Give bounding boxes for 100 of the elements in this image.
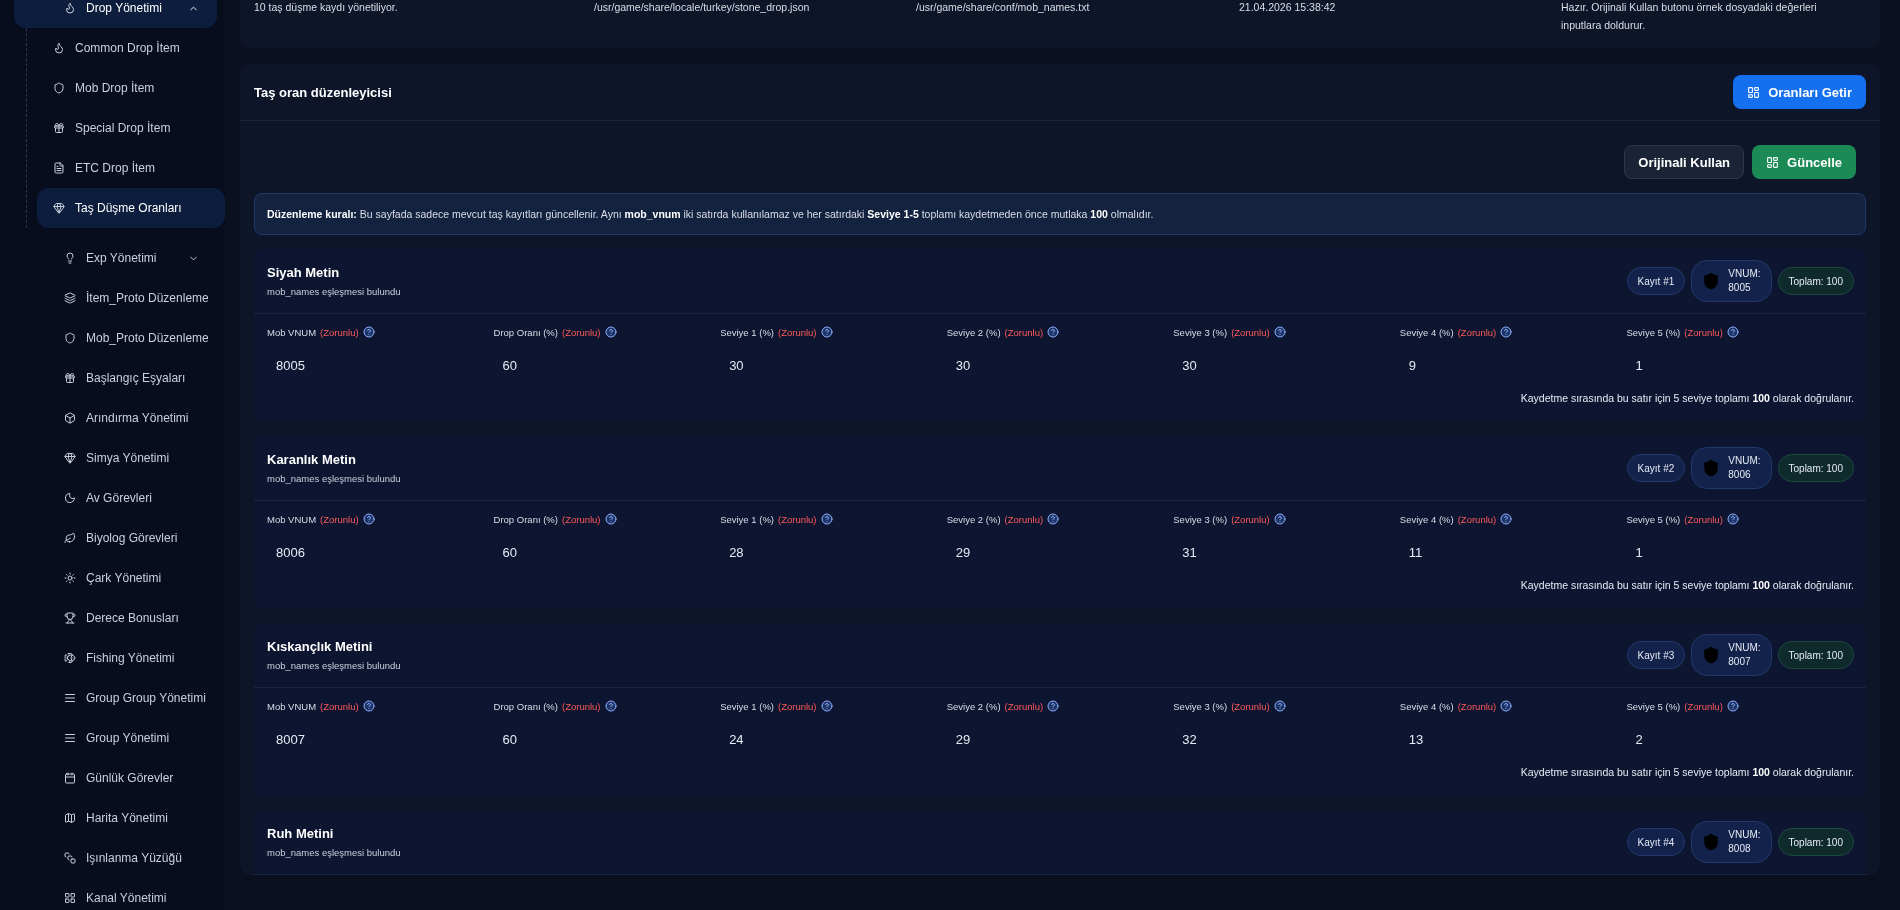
required-label: (Zorunlu) — [778, 700, 817, 712]
record-title: Karanlık Metin — [267, 452, 357, 467]
vnum-badge: VNUM: 8005 — [1691, 260, 1772, 302]
required-label: (Zorunlu) — [778, 513, 817, 525]
help-icon[interactable] — [1273, 700, 1286, 712]
help-icon[interactable] — [820, 700, 833, 712]
moon-icon — [64, 492, 76, 504]
input-field[interactable]: 32 — [1173, 726, 1392, 752]
help-icon[interactable] — [362, 326, 375, 338]
required-label: (Zorunlu) — [320, 700, 359, 712]
help-icon[interactable] — [1500, 513, 1513, 525]
help-icon[interactable] — [1726, 513, 1739, 525]
sidebar-item[interactable]: Çark Yönetimi — [14, 558, 217, 598]
required-label: (Zorunlu) — [1684, 326, 1723, 338]
input-field[interactable]: 2 — [1626, 726, 1845, 752]
help-icon[interactable] — [1726, 700, 1739, 712]
help-icon[interactable] — [362, 700, 375, 712]
map-icon — [64, 812, 76, 824]
required-label: (Zorunlu) — [1004, 700, 1044, 712]
sidebar-item[interactable]: Fishing Yönetimi — [14, 638, 217, 678]
total-badge: Toplam: 100 — [1777, 828, 1854, 856]
sidebar-item[interactable]: İtem_Proto Düzenleme — [14, 278, 217, 318]
input-field[interactable]: 8007 — [267, 726, 485, 752]
input-field[interactable]: 8005 — [267, 352, 485, 378]
sidebar-item[interactable]: Group Group Yönetimi — [14, 678, 217, 718]
required-label: (Zorunlu) — [1231, 326, 1270, 338]
shield-icon — [64, 332, 76, 344]
gem-icon — [53, 202, 65, 214]
help-icon[interactable] — [1500, 326, 1513, 338]
lightbulb-icon — [64, 252, 76, 264]
record-badge: Kayıt #2 — [1626, 454, 1686, 482]
sidebar-item[interactable]: Exp Yönetimi — [14, 238, 217, 278]
input-field[interactable]: 1 — [1626, 352, 1845, 378]
sidebar-item[interactable]: Derece Bonusları — [14, 598, 217, 638]
fetch-button[interactable]: Oranları Getir — [1733, 75, 1866, 109]
cube-icon — [64, 412, 76, 424]
sidebar-item[interactable]: Başlangıç Eşyaları — [14, 358, 217, 398]
input-field[interactable]: 60 — [493, 539, 712, 565]
input-field[interactable]: 60 — [493, 352, 712, 378]
sidebar-item[interactable]: Drop Yönetimi — [14, 0, 217, 28]
required-label: (Zorunlu) — [561, 700, 601, 712]
field-label: Seviye 5 (%) — [1626, 513, 1681, 525]
input-field[interactable]: 29 — [946, 539, 1165, 565]
sidebar-item[interactable]: Işınlanma Yüzüğü — [14, 838, 217, 878]
input-field[interactable]: 30 — [1173, 352, 1392, 378]
input-field[interactable]: 1 — [1626, 539, 1845, 565]
help-icon[interactable] — [1726, 326, 1739, 338]
sun-icon — [64, 572, 76, 584]
sidebar-item[interactable]: Special Drop İtem — [37, 108, 225, 148]
field-label: Seviye 4 (%) — [1399, 513, 1454, 525]
field-label: Mob VNUM — [267, 326, 317, 338]
help-icon[interactable] — [1500, 700, 1513, 712]
sidebar-item[interactable]: ETC Drop İtem — [37, 148, 225, 188]
summary-text: /usr/game/share/locale/turkey/stone_drop.json — [594, 0, 811, 15]
help-icon[interactable] — [1273, 326, 1286, 338]
flame-icon — [53, 42, 65, 54]
sidebar-item[interactable]: Arındırma Yönetimi — [14, 398, 217, 438]
field-label: Seviye 4 (%) — [1399, 326, 1454, 338]
update-button[interactable]: Güncelle — [1752, 145, 1856, 179]
sidebar-item[interactable]: Kanal Yönetimi — [14, 878, 217, 910]
input-field[interactable]: 30 — [946, 352, 1165, 378]
input-field[interactable]: 24 — [720, 726, 939, 752]
sidebar-item[interactable]: Biyolog Görevleri — [14, 518, 217, 558]
input-field[interactable]: 8006 — [267, 539, 485, 565]
input-field[interactable]: 9 — [1399, 352, 1618, 378]
input-field[interactable]: 60 — [493, 726, 712, 752]
field-label: Drop Oranı (%) — [493, 326, 558, 338]
help-icon[interactable] — [604, 700, 617, 712]
field-label: Seviye 2 (%) — [946, 700, 1001, 712]
help-icon[interactable] — [1047, 700, 1060, 712]
record-badge: Kayıt #4 — [1626, 828, 1686, 856]
input-field[interactable]: 11 — [1399, 539, 1618, 565]
help-icon[interactable] — [1273, 513, 1286, 525]
sidebar-item[interactable]: Taş Düşme Oranları — [37, 188, 225, 228]
help-icon[interactable] — [1047, 513, 1060, 525]
sidebar-item[interactable]: Av Görevleri — [14, 478, 217, 518]
use-original-button[interactable]: Orijinali Kullan — [1624, 145, 1745, 179]
sidebar-item[interactable]: Simya Yönetimi — [14, 438, 217, 478]
shield-icon — [1702, 833, 1721, 851]
sidebar-item[interactable]: Common Drop İtem — [37, 28, 225, 68]
help-icon[interactable] — [820, 513, 833, 525]
help-icon[interactable] — [604, 513, 617, 525]
help-icon[interactable] — [362, 513, 375, 525]
trophy-icon — [64, 612, 76, 624]
input-field[interactable]: 28 — [720, 539, 939, 565]
sidebar-item[interactable]: Mob Drop İtem — [37, 68, 225, 108]
input-field[interactable]: 13 — [1399, 726, 1618, 752]
input-field[interactable]: 29 — [946, 726, 1165, 752]
sidebar-item[interactable]: Mob_Proto Düzenleme — [14, 318, 217, 358]
sidebar-item[interactable]: Harita Yönetimi — [14, 798, 217, 838]
sidebar-item[interactable]: Günlük Görevler — [14, 758, 217, 798]
input-field[interactable]: 31 — [1173, 539, 1392, 565]
sidebar-item[interactable]: Group Yönetimi — [14, 718, 217, 758]
layers-icon — [64, 292, 76, 304]
record-badge: Kayıt #3 — [1626, 641, 1686, 669]
help-icon[interactable] — [1047, 326, 1060, 338]
input-field[interactable]: 30 — [720, 352, 939, 378]
required-label: (Zorunlu) — [1231, 700, 1270, 712]
help-icon[interactable] — [820, 326, 833, 338]
help-icon[interactable] — [604, 326, 617, 338]
